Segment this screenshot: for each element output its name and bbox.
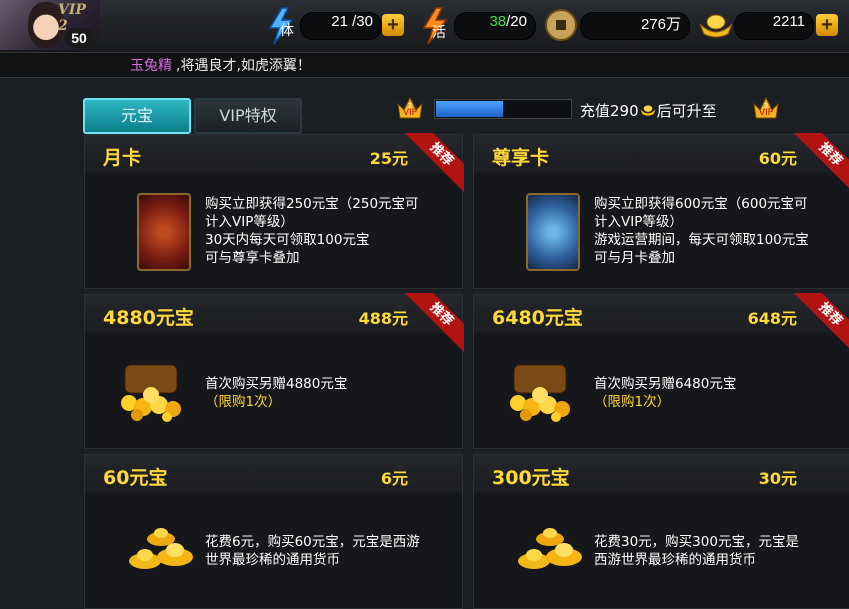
coin-icon <box>545 9 577 41</box>
vip-progress-fill <box>436 101 503 117</box>
broadcast-ticker: 玉兔精 ,将遇良才,如虎添翼！ <box>0 52 849 78</box>
card-title: 300元宝 <box>492 467 570 489</box>
product-card-monthly[interactable]: 月卡 25元 推荐 购买立即获得250元宝（250元宝可 计入VIP等级） 30天内… <box>84 133 464 289</box>
player-level: 50 <box>64 28 94 48</box>
vip-progress-bar <box>434 99 572 119</box>
recharge-hint: 充值290 后可升至 <box>580 100 717 121</box>
red-card-icon <box>137 193 191 271</box>
product-grid: 月卡 25元 推荐 购买立即获得250元宝（250元宝可 计入VIP等级） 30天内… <box>82 132 849 609</box>
add-stamina-button[interactable]: + <box>382 14 404 36</box>
top-bar: VIP 2 50 体 21 /30 + 活 38/20 276万 2211 + <box>0 0 849 52</box>
recharge-text-before: 充值290 <box>580 102 639 120</box>
recommend-ribbon: 推荐 <box>404 293 464 353</box>
treasure-chest-icon <box>121 364 181 422</box>
card-price: 60元 <box>758 149 797 168</box>
ticker-player-name[interactable]: 玉兔精 <box>130 55 172 75</box>
blue-card-icon <box>526 193 580 271</box>
ingot-icon <box>699 14 733 38</box>
card-description: 购买立即获得250元宝（250元宝可 计入VIP等级） 30天内每天可领取100元宝… <box>205 196 419 266</box>
treasure-chest-icon <box>510 364 570 422</box>
stamina-counter: 21 /30 <box>300 12 382 40</box>
recharge-text-after: 后可升至 <box>656 102 717 120</box>
tab-vip-privileges[interactable]: VIP特权 <box>194 98 302 134</box>
card-title: 月卡 <box>103 147 142 169</box>
card-title: 4880元宝 <box>103 307 194 329</box>
card-description: 首次购买另赠6480元宝 （限购1次） <box>594 376 737 410</box>
card-price: 488元 <box>358 309 408 328</box>
ingot-value: 2211 <box>772 13 805 30</box>
card-description: 花费30元，购买300元宝，元宝是 西游世界最珍稀的通用货币 <box>594 534 799 568</box>
next-vip-badge: VIP 3 <box>753 96 779 119</box>
stamina-current: 21 <box>331 13 348 30</box>
current-vip-level: 2 <box>408 102 412 110</box>
recommend-ribbon: 推荐 <box>793 133 849 193</box>
gold-ingots-icon <box>518 528 582 569</box>
card-price: 6元 <box>380 469 408 488</box>
tab-ingots[interactable]: 元宝 <box>83 98 191 134</box>
coin-counter: 276万 <box>580 12 690 40</box>
recommend-ribbon: 推荐 <box>793 293 849 353</box>
energy-counter: 38/20 <box>454 12 536 40</box>
recommend-ribbon: 推荐 <box>404 133 464 193</box>
energy-current: 38 <box>489 13 507 30</box>
product-card-premium[interactable]: 尊享卡 60元 推荐 购买立即获得600元宝（600元宝可 计入VIP等级） 游戏运… <box>473 133 849 289</box>
card-title: 6480元宝 <box>492 307 583 329</box>
next-vip-level: 3 <box>764 102 768 110</box>
add-ingot-button[interactable]: + <box>816 14 838 36</box>
current-vip-badge: VIP 2 <box>397 96 423 119</box>
ingot-counter: 2211 <box>734 12 814 40</box>
energy-label: 活 <box>432 25 446 41</box>
stamina-label: 体 <box>280 23 294 39</box>
card-price: 30元 <box>758 469 797 488</box>
card-description: 购买立即获得600元宝（600元宝可 计入VIP等级） 游戏运营期间，每天可领取10… <box>594 196 809 266</box>
product-card-6480[interactable]: 6480元宝 648元 推荐 首次购买另赠6480元宝 （限购1次） <box>473 293 849 449</box>
ticker-message: ,将遇良才,如虎添翼！ <box>176 58 311 74</box>
card-title: 尊享卡 <box>492 147 550 169</box>
coin-value: 276万 <box>640 16 681 33</box>
stamina-max: /30 <box>352 13 373 30</box>
gold-ingots-icon <box>129 528 193 569</box>
card-description: 首次购买另赠4880元宝 （限购1次） <box>205 376 348 410</box>
product-card-300[interactable]: 300元宝 30元 花费30元，购买300元宝，元宝是 西游世界最珍稀的通用货币 <box>473 454 849 609</box>
product-card-60[interactable]: 60元宝 6元 花费6元，购买60元宝，元宝是西游 世界最珍稀的通用货币 <box>84 454 463 609</box>
card-price: 25元 <box>369 149 408 168</box>
card-price: 648元 <box>747 309 797 328</box>
product-card-4880[interactable]: 4880元宝 488元 推荐 首次购买另赠4880元宝 （限购1次） <box>84 293 464 449</box>
player-avatar[interactable]: VIP 2 50 <box>0 0 100 50</box>
energy-max: /20 <box>506 13 527 30</box>
ingot-icon <box>640 105 656 116</box>
card-description: 花费6元，购买60元宝，元宝是西游 世界最珍稀的通用货币 <box>205 534 420 568</box>
card-title: 60元宝 <box>103 467 168 489</box>
